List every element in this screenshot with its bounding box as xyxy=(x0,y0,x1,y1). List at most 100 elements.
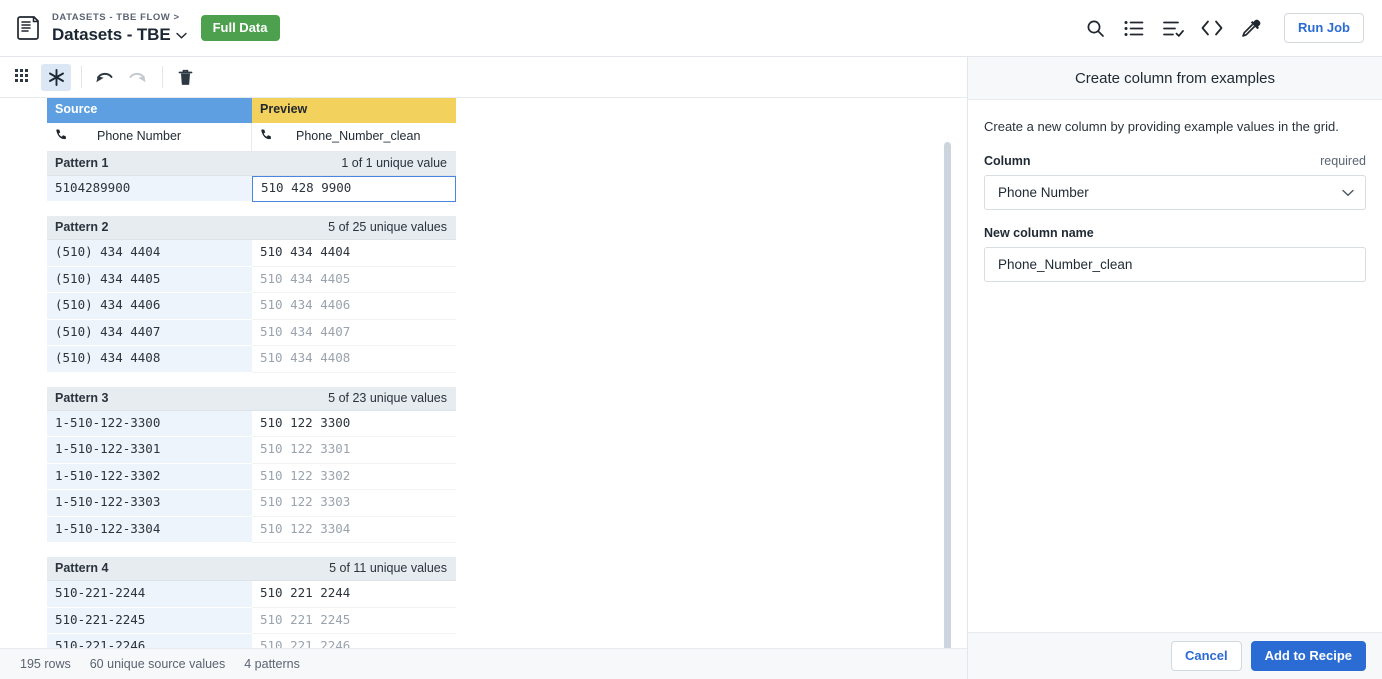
pattern-header[interactable]: Pattern 11 of 1 unique value xyxy=(47,152,456,176)
pattern-gap xyxy=(47,202,456,216)
grid-column-headers: Source Preview xyxy=(47,98,456,123)
title-block: DATASETS - TBE FLOW > Datasets - TBE xyxy=(52,13,187,44)
chevron-down-icon[interactable] xyxy=(176,27,187,43)
grid-content: Source Preview Phone Number xyxy=(0,98,967,679)
pattern-gap xyxy=(47,373,456,387)
eyedropper-icon[interactable] xyxy=(1240,17,1262,39)
full-data-badge[interactable]: Full Data xyxy=(201,15,280,41)
asterisk-icon[interactable] xyxy=(41,64,71,91)
table-row[interactable]: 1-510-122-3303510 122 3303 xyxy=(47,490,456,517)
source-cell[interactable]: (510) 434 4406 xyxy=(47,293,252,320)
preview-cell[interactable]: 510 122 3301 xyxy=(252,437,456,464)
source-field-cell[interactable]: Phone Number xyxy=(47,123,252,151)
preview-cell[interactable]: 510 434 4406 xyxy=(252,293,456,320)
panel-title: Create column from examples xyxy=(968,57,1382,100)
document-title-row[interactable]: Datasets - TBE xyxy=(52,26,187,43)
preview-cell[interactable]: 510 122 3302 xyxy=(252,464,456,491)
source-cell[interactable]: 5104289900 xyxy=(47,176,252,203)
source-cell[interactable]: 510-221-2245 xyxy=(47,608,252,635)
table-row[interactable]: (510) 434 4404510 434 4404 xyxy=(47,240,456,267)
preview-cell[interactable]: 510 434 4405 xyxy=(252,267,456,294)
table-row[interactable]: (510) 434 4406510 434 4406 xyxy=(47,293,456,320)
grid-scrollbar-thumb[interactable] xyxy=(944,142,951,679)
table-row[interactable]: 1-510-122-3302510 122 3302 xyxy=(47,464,456,491)
pattern-list: Pattern 11 of 1 unique value510428990051… xyxy=(47,152,967,679)
body: Source Preview Phone Number xyxy=(0,57,1382,679)
grid-pane: Source Preview Phone Number xyxy=(0,57,967,679)
source-cell[interactable]: 1-510-122-3303 xyxy=(47,490,252,517)
list-icon[interactable] xyxy=(1123,17,1145,39)
column-field-label: Column xyxy=(984,154,1031,168)
table-row[interactable]: 1-510-122-3300510 122 3300 xyxy=(47,411,456,438)
new-column-name-label: New column name xyxy=(984,226,1094,240)
table-row[interactable]: 510-221-2244510 221 2244 xyxy=(47,581,456,608)
run-job-button[interactable]: Run Job xyxy=(1284,13,1364,43)
preview-cell[interactable]: 510 434 4408 xyxy=(252,346,456,373)
preview-cell[interactable]: 510 221 2244 xyxy=(252,581,456,608)
dataset-icon xyxy=(16,14,42,42)
grid-toolbar xyxy=(0,57,967,98)
pattern-unique-count: 5 of 23 unique values xyxy=(252,391,456,405)
add-to-recipe-button[interactable]: Add to Recipe xyxy=(1251,641,1366,671)
source-cell[interactable]: 1-510-122-3302 xyxy=(47,464,252,491)
table-row[interactable]: 1-510-122-3301510 122 3301 xyxy=(47,437,456,464)
table-row[interactable]: 5104289900510 428 9900 xyxy=(47,176,456,203)
preview-cell[interactable]: 510 434 4404 xyxy=(252,240,456,267)
search-icon[interactable] xyxy=(1084,17,1106,39)
preview-cell[interactable]: 510 122 3304 xyxy=(252,517,456,544)
preview-cell-selected[interactable]: 510 428 9900 xyxy=(252,176,456,203)
source-cell[interactable]: (510) 434 4405 xyxy=(47,267,252,294)
grid-scrollbar-track[interactable] xyxy=(952,98,959,679)
chevron-down-icon[interactable] xyxy=(1342,185,1354,200)
grid-field-name-row: Phone Number Phone_Number_clean xyxy=(47,123,456,152)
breadcrumb[interactable]: DATASETS - TBE FLOW > xyxy=(52,13,187,23)
table-row[interactable]: (510) 434 4405510 434 4405 xyxy=(47,267,456,294)
redo-icon[interactable] xyxy=(122,64,152,91)
pattern-label: Pattern 3 xyxy=(47,391,252,405)
table-row[interactable]: (510) 434 4408510 434 4408 xyxy=(47,346,456,373)
pattern-label: Pattern 1 xyxy=(47,156,252,170)
undo-icon[interactable] xyxy=(89,64,119,91)
table-row[interactable]: 510-221-2245510 221 2245 xyxy=(47,608,456,635)
pattern-unique-count: 1 of 1 unique value xyxy=(252,156,456,170)
source-cell[interactable]: 1-510-122-3301 xyxy=(47,437,252,464)
new-column-name-input[interactable]: Phone_Number_clean xyxy=(984,247,1366,282)
new-name-label-row: New column name xyxy=(984,226,1366,240)
column-field-label-row: Column required xyxy=(984,154,1366,168)
preview-cell[interactable]: 510 221 2245 xyxy=(252,608,456,635)
pattern-label: Pattern 2 xyxy=(47,220,252,234)
preview-cell[interactable]: 510 434 4407 xyxy=(252,320,456,347)
source-cell[interactable]: (510) 434 4404 xyxy=(47,240,252,267)
preview-cell[interactable]: 510 122 3300 xyxy=(252,411,456,438)
preview-field-name: Phone_Number_clean xyxy=(296,129,420,143)
list-check-icon[interactable] xyxy=(1162,17,1184,39)
table-row[interactable]: 1-510-122-3304510 122 3304 xyxy=(47,517,456,544)
source-cell[interactable]: 510-221-2244 xyxy=(47,581,252,608)
column-select-value: Phone Number xyxy=(998,185,1089,200)
trash-icon[interactable] xyxy=(170,64,200,91)
source-cell[interactable]: (510) 434 4407 xyxy=(47,320,252,347)
cancel-button[interactable]: Cancel xyxy=(1171,641,1242,671)
grid-view-icon[interactable] xyxy=(8,64,38,91)
pattern-header[interactable]: Pattern 25 of 25 unique values xyxy=(47,216,456,240)
column-header-preview[interactable]: Preview xyxy=(252,98,456,123)
grid-scroll-area[interactable]: Source Preview Phone Number xyxy=(0,98,967,679)
pattern-header[interactable]: Pattern 35 of 23 unique values xyxy=(47,387,456,411)
source-cell[interactable]: 1-510-122-3304 xyxy=(47,517,252,544)
status-unique-values: 60 unique source values xyxy=(90,657,226,671)
status-bar: 195 rows 60 unique source values 4 patte… xyxy=(0,648,967,679)
table-row[interactable]: (510) 434 4407510 434 4407 xyxy=(47,320,456,347)
source-cell[interactable]: 1-510-122-3300 xyxy=(47,411,252,438)
panel-body: Create a new column by providing example… xyxy=(968,100,1382,632)
top-bar: DATASETS - TBE FLOW > Datasets - TBE Ful… xyxy=(0,0,1382,57)
panel-description: Create a new column by providing example… xyxy=(984,118,1366,137)
source-cell[interactable]: (510) 434 4408 xyxy=(47,346,252,373)
pattern-header[interactable]: Pattern 45 of 11 unique values xyxy=(47,557,456,581)
phone-icon xyxy=(55,128,69,145)
app-root: DATASETS - TBE FLOW > Datasets - TBE Ful… xyxy=(0,0,1382,679)
column-header-source[interactable]: Source xyxy=(47,98,252,123)
preview-field-cell[interactable]: Phone_Number_clean xyxy=(252,123,456,151)
preview-cell[interactable]: 510 122 3303 xyxy=(252,490,456,517)
column-select[interactable]: Phone Number xyxy=(984,175,1366,210)
code-icon[interactable] xyxy=(1201,17,1223,39)
